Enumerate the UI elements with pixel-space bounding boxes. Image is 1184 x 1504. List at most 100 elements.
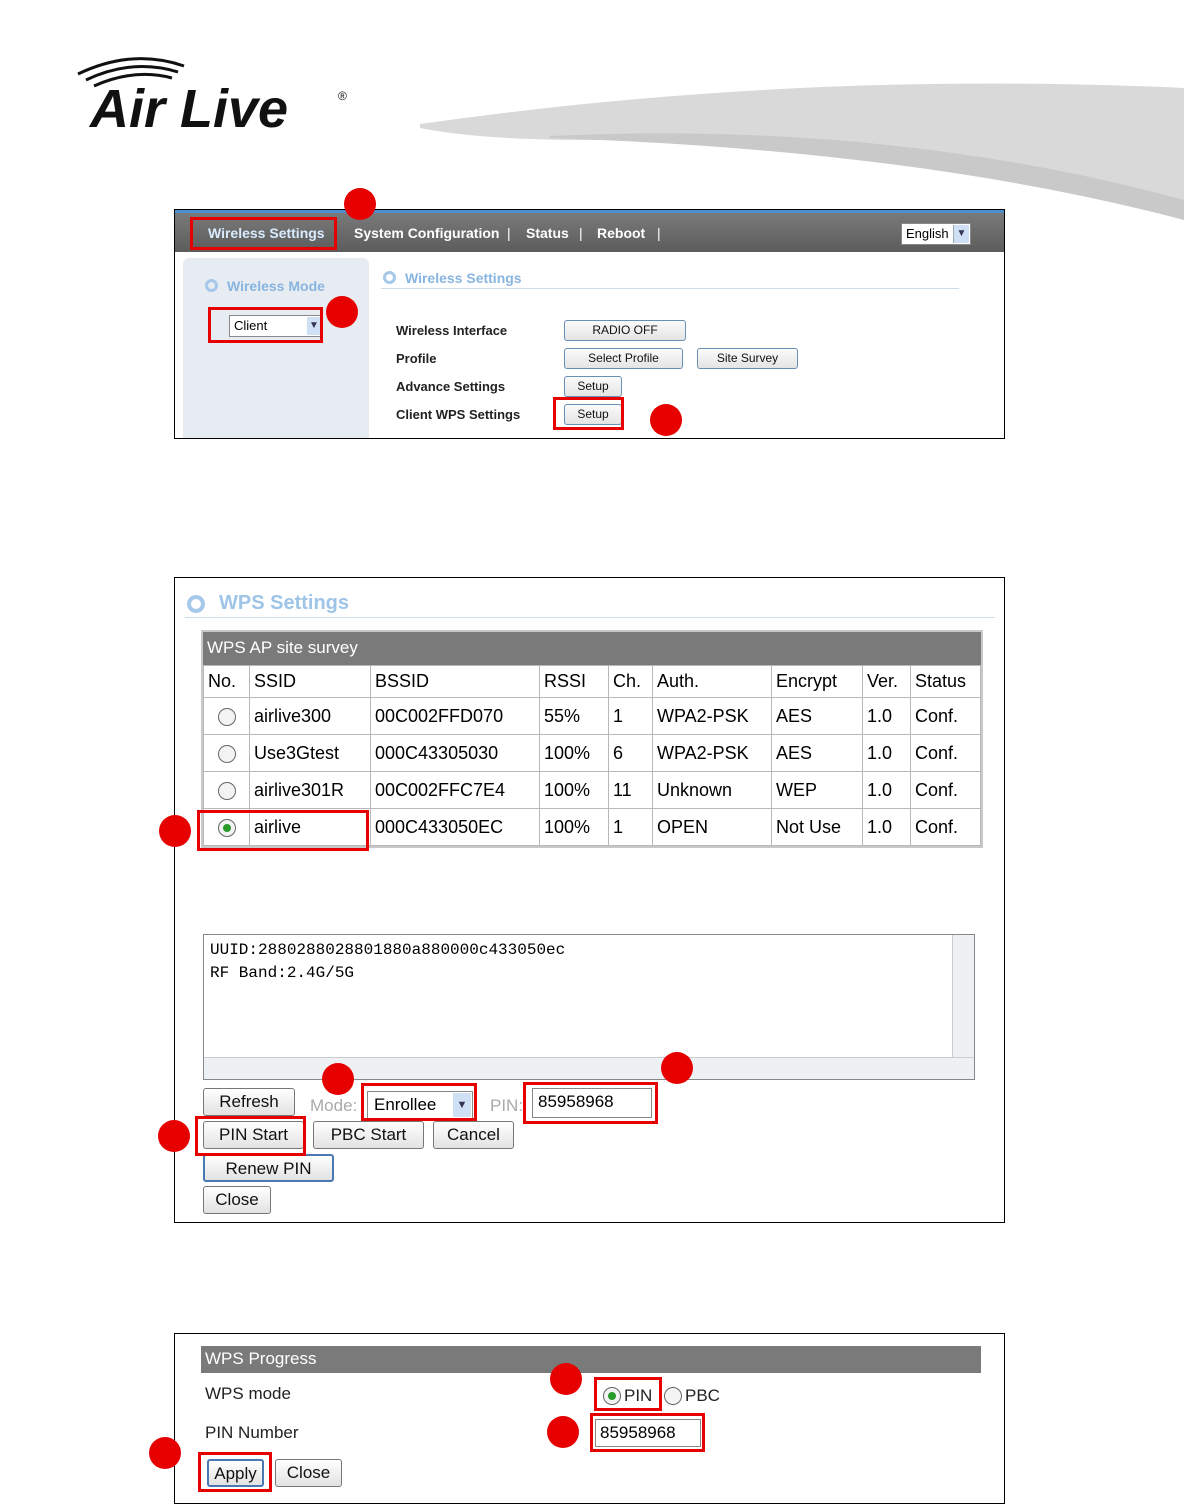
status-cell: Conf. [910, 697, 981, 735]
bssid-cell: 00C002FFD070 [370, 697, 540, 735]
row-select-radio[interactable] [217, 781, 236, 800]
rssi-cell: 100% [539, 808, 609, 846]
status-cell: Conf. [910, 808, 981, 846]
nav-status[interactable]: Status [526, 225, 569, 241]
rssi-cell: 100% [539, 734, 609, 772]
pbc-mode-label: PBC [685, 1386, 720, 1405]
row-select-radio-selected[interactable] [217, 818, 236, 837]
vertical-scrollbar[interactable] [952, 935, 974, 1059]
language-select[interactable]: English ▼ [901, 223, 971, 245]
table-row[interactable]: Use3Gtest 000C43305030 100% 6 WPA2-PSK A… [203, 734, 981, 772]
language-value: English [906, 226, 949, 241]
wireless-interface-label: Wireless Interface [396, 323, 508, 338]
pin-number-input[interactable]: 85958968 [595, 1419, 701, 1447]
column-header: No. [203, 665, 250, 698]
refresh-button[interactable]: Refresh [203, 1088, 295, 1116]
nav-system-configuration[interactable]: System Configuration [354, 225, 499, 241]
column-header: RSSI [539, 665, 609, 698]
column-header: Status [910, 665, 981, 698]
profile-label: Profile [396, 351, 437, 366]
wps-settings-panel: WPS Settings WPS AP site survey No. SSID… [174, 577, 1005, 1223]
wps-mode-label: WPS mode [205, 1384, 291, 1403]
ssid-cell: airlive [249, 808, 371, 846]
annotation-dot [344, 188, 376, 220]
nav-wireless-settings[interactable]: Wireless Settings [208, 225, 325, 241]
pin-number-label: PIN Number [205, 1423, 299, 1442]
annotation-dot [661, 1052, 693, 1084]
bullet-ring-icon [205, 279, 218, 292]
channel-cell: 1 [608, 808, 653, 846]
pbc-mode-radio[interactable] [664, 1387, 682, 1405]
wps-info-textarea[interactable]: UUID:2880288028801880a880000c433050ec RF… [203, 934, 975, 1080]
rssi-cell: 100% [539, 771, 609, 809]
table-row[interactable]: airlive300 00C002FFD070 55% 1 WPA2-PSK A… [203, 697, 981, 735]
apply-button[interactable]: Apply [207, 1459, 264, 1487]
info-line-rf-band: RF Band:2.4G/5G [210, 964, 355, 982]
bullet-ring-icon [187, 595, 205, 613]
renew-pin-button[interactable]: Renew PIN [203, 1154, 334, 1182]
nav-separator: | [507, 225, 511, 241]
cancel-button[interactable]: Cancel [433, 1121, 514, 1149]
pin-input[interactable]: 85958968 [532, 1088, 652, 1118]
column-header: Auth. [652, 665, 772, 698]
site-survey-button[interactable]: Site Survey [697, 348, 798, 369]
column-header: Ver. [862, 665, 911, 698]
divider [381, 288, 959, 289]
version-cell: 1.0 [862, 771, 911, 809]
pin-mode-radio[interactable] [603, 1387, 621, 1405]
airlive-logo: Air Live ® [72, 52, 362, 139]
wps-mode-value: Enrollee [374, 1095, 437, 1114]
wps-progress-panel: WPS Progress WPS mode PIN PBC PIN Number… [174, 1333, 1005, 1504]
wireless-mode-title: Wireless Mode [227, 278, 325, 294]
bullet-ring-icon [383, 271, 396, 284]
advance-settings-label: Advance Settings [396, 379, 506, 394]
wps-settings-title: WPS Settings [219, 592, 350, 614]
column-header: BSSID [370, 665, 540, 698]
column-header: Ch. [608, 665, 653, 698]
row-select-radio[interactable] [217, 707, 236, 726]
version-cell: 1.0 [862, 808, 911, 846]
ssid-cell: airlive300 [249, 697, 371, 735]
chevron-down-icon: ▼ [453, 1093, 471, 1117]
annotation-dot [322, 1063, 354, 1095]
annotation-dot [158, 1120, 190, 1152]
encrypt-cell: Not Use [771, 808, 863, 846]
annotation-dot [326, 296, 358, 328]
client-wps-setup-button[interactable]: Setup [564, 404, 622, 425]
table-row[interactable]: airlive301R 00C002FFC7E4 100% 11 Unknown… [203, 771, 981, 809]
close-button[interactable]: Close [275, 1459, 342, 1487]
nav-reboot[interactable]: Reboot [597, 225, 645, 241]
wps-mode-select[interactable]: Enrollee ▼ [367, 1091, 473, 1119]
encrypt-cell: WEP [771, 771, 863, 809]
close-button[interactable]: Close [203, 1186, 271, 1214]
channel-cell: 11 [608, 771, 653, 809]
encrypt-cell: AES [771, 734, 863, 772]
table-row[interactable]: airlive 000C433050EC 100% 1 OPEN Not Use… [203, 808, 981, 846]
advance-settings-setup-button[interactable]: Setup [564, 376, 622, 397]
auth-cell: WPA2-PSK [652, 697, 772, 735]
radio-off-button[interactable]: RADIO OFF [564, 320, 686, 341]
wireless-mode-select[interactable]: Client ▼ [229, 315, 323, 337]
site-survey-heading: WPS AP site survey [203, 632, 981, 665]
wireless-mode-value: Client [234, 318, 268, 333]
column-header: Encrypt [771, 665, 863, 698]
channel-cell: 6 [608, 734, 653, 772]
pbc-start-button[interactable]: PBC Start [313, 1121, 424, 1149]
pin-start-button[interactable]: PIN Start [203, 1121, 304, 1149]
auth-cell: Unknown [652, 771, 772, 809]
row-select-radio[interactable] [217, 744, 236, 763]
wps-progress-heading: WPS Progress [201, 1346, 981, 1373]
horizontal-scrollbar[interactable] [204, 1057, 974, 1079]
nav-separator: | [657, 225, 661, 241]
channel-cell: 1 [608, 697, 653, 735]
auth-cell: OPEN [652, 808, 772, 846]
top-nav-bar: Wireless Settings System Configuration |… [175, 210, 1004, 252]
nav-separator: | [579, 225, 583, 241]
wireless-settings-title: Wireless Settings [405, 270, 522, 286]
status-cell: Conf. [910, 771, 981, 809]
bssid-cell: 000C43305030 [370, 734, 540, 772]
column-header: SSID [249, 665, 371, 698]
version-cell: 1.0 [862, 734, 911, 772]
select-profile-button[interactable]: Select Profile [564, 348, 683, 369]
annotation-dot [550, 1363, 582, 1395]
